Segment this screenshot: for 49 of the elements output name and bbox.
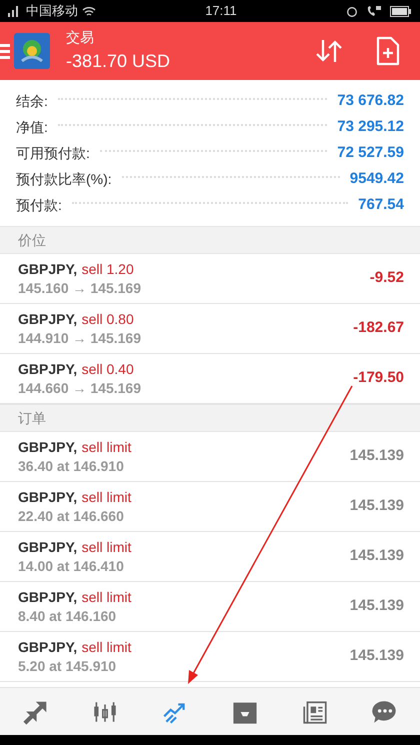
trade-title[interactable]: GBPJPY, sell limit — [18, 488, 132, 508]
summary-value: 9549.42 — [350, 168, 404, 189]
sort-icon — [314, 38, 344, 64]
alarm-icon — [346, 5, 358, 17]
current-price: 145.139 — [350, 646, 404, 666]
status-time: 17:11 — [205, 2, 237, 20]
summary-label: 可用预付款: — [16, 144, 90, 162]
trade-title[interactable]: GBPJPY, sell limit — [18, 588, 132, 608]
trade-title[interactable]: GBPJPY, sell 0.40 — [18, 360, 141, 380]
add-document-icon — [376, 36, 400, 66]
wifi-icon — [82, 6, 96, 16]
trade-title[interactable]: GBPJPY, sell 1.20 — [18, 260, 141, 280]
current-price: 145.139 — [350, 596, 404, 616]
account-balance: -381.70 USD — [66, 50, 172, 73]
price-change: 144.910 → 145.169 — [18, 330, 141, 348]
profit-value: -179.50 — [353, 368, 404, 388]
profit-value: -9.52 — [370, 268, 404, 288]
call-hd-icon — [366, 5, 382, 17]
trade-title[interactable]: GBPJPY, sell limit — [18, 538, 132, 558]
summary-value: 73 676.82 — [337, 90, 404, 111]
summary-label: 结余: — [16, 92, 48, 110]
summary-label: 预付款: — [16, 196, 62, 214]
order-detail: 22.40 at 146.660 — [18, 508, 125, 526]
profit-value: -182.67 — [353, 318, 404, 338]
order-detail: 8.40 at 146.160 — [18, 608, 118, 626]
header-title: 交易 — [66, 28, 95, 47]
current-price: 145.139 — [350, 546, 404, 566]
battery-icon — [390, 6, 412, 16]
summary-value: 73 295.12 — [337, 116, 404, 137]
order-detail: 36.40 at 146.910 — [18, 458, 125, 476]
newspaper-icon — [301, 698, 329, 724]
trade-title[interactable]: GBPJPY, sell limit — [18, 438, 132, 458]
order-detail: 5.20 at 145.910 — [18, 658, 118, 676]
price-change: 144.660 → 145.169 — [18, 380, 141, 398]
trade-title[interactable]: GBPJPY, sell limit — [18, 638, 132, 658]
current-price: 145.139 — [350, 496, 404, 516]
carrier-name: 中国移动 — [26, 2, 78, 20]
summary-label: 预付款比率(%): — [16, 170, 112, 189]
app-logo-icon — [14, 33, 50, 69]
section-header: 价位 — [18, 230, 46, 250]
price-change: 145.160 → 145.169 — [18, 280, 141, 298]
menu-icon — [0, 42, 10, 59]
section-header: 订单 — [18, 408, 46, 428]
trade-title[interactable]: GBPJPY, sell 0.80 — [18, 310, 141, 330]
summary-value: 767.54 — [358, 194, 404, 215]
summary-value: 72 527.59 — [337, 142, 404, 163]
summary-label: 净值: — [16, 118, 48, 136]
current-price: 145.139 — [350, 446, 404, 466]
order-detail: 14.00 at 146.410 — [18, 558, 125, 576]
